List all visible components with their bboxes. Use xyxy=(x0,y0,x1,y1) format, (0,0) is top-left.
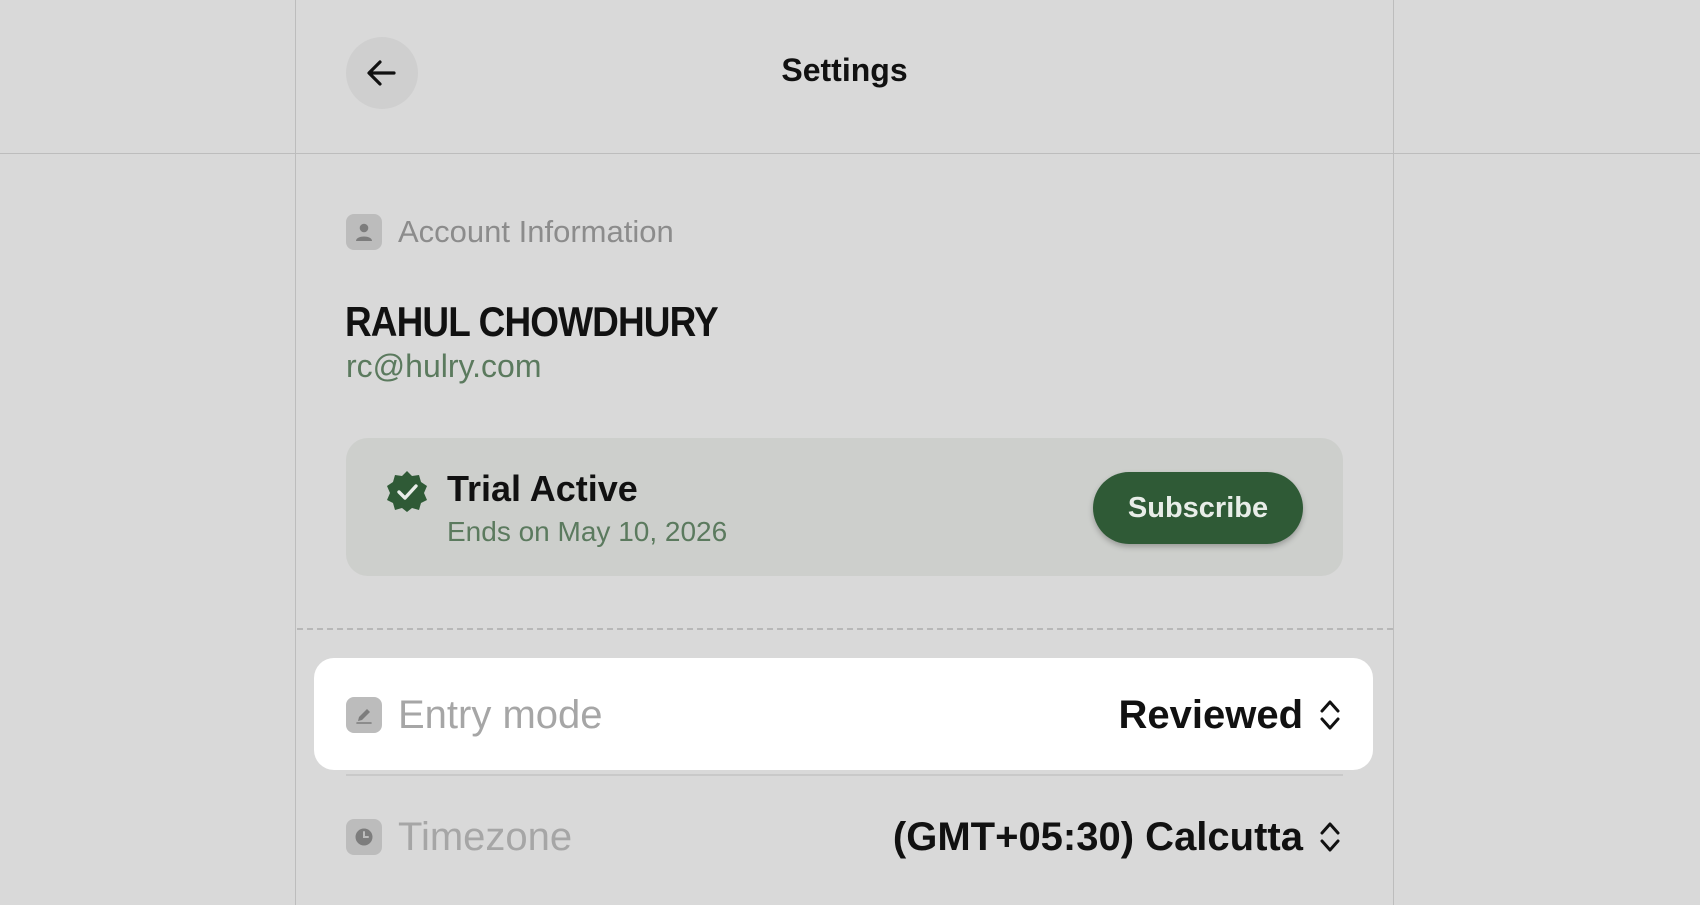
chevron-up-down-icon[interactable] xyxy=(1317,695,1343,735)
entry-mode-row[interactable]: Entry mode Reviewed xyxy=(346,684,1343,746)
verified-badge-icon xyxy=(387,471,427,512)
header-divider xyxy=(0,153,1700,154)
column-divider-left xyxy=(295,0,296,905)
user-icon xyxy=(346,214,382,250)
timezone-label: Timezone xyxy=(398,814,573,859)
row-divider xyxy=(346,774,1343,776)
chevron-up-down-icon[interactable] xyxy=(1317,817,1343,857)
pencil-icon xyxy=(346,697,382,733)
section-divider xyxy=(297,628,1393,630)
settings-page: Settings Account Information RAHUL CHOWD… xyxy=(0,0,1700,905)
entry-mode-value[interactable]: Reviewed xyxy=(1118,693,1303,738)
timezone-row[interactable]: Timezone (GMT+05:30) Calcutta xyxy=(346,806,1343,868)
timezone-value[interactable]: (GMT+05:30) Calcutta xyxy=(893,815,1303,860)
trial-card: Trial Active Ends on May 10, 2026 Subscr… xyxy=(346,438,1343,576)
account-section-label: Account Information xyxy=(398,214,674,249)
trial-status-title: Trial Active xyxy=(447,468,638,509)
account-section-header: Account Information xyxy=(346,213,674,251)
user-email: rc@hulry.com xyxy=(346,348,542,384)
clock-icon xyxy=(346,819,382,855)
column-divider-right xyxy=(1393,0,1394,905)
subscribe-button[interactable]: Subscribe xyxy=(1093,472,1303,544)
page-title: Settings xyxy=(781,52,908,88)
entry-mode-label: Entry mode xyxy=(398,692,603,737)
trial-end-date: Ends on May 10, 2026 xyxy=(447,516,728,547)
user-name: RAHUL CHOWDHURY xyxy=(345,298,719,345)
